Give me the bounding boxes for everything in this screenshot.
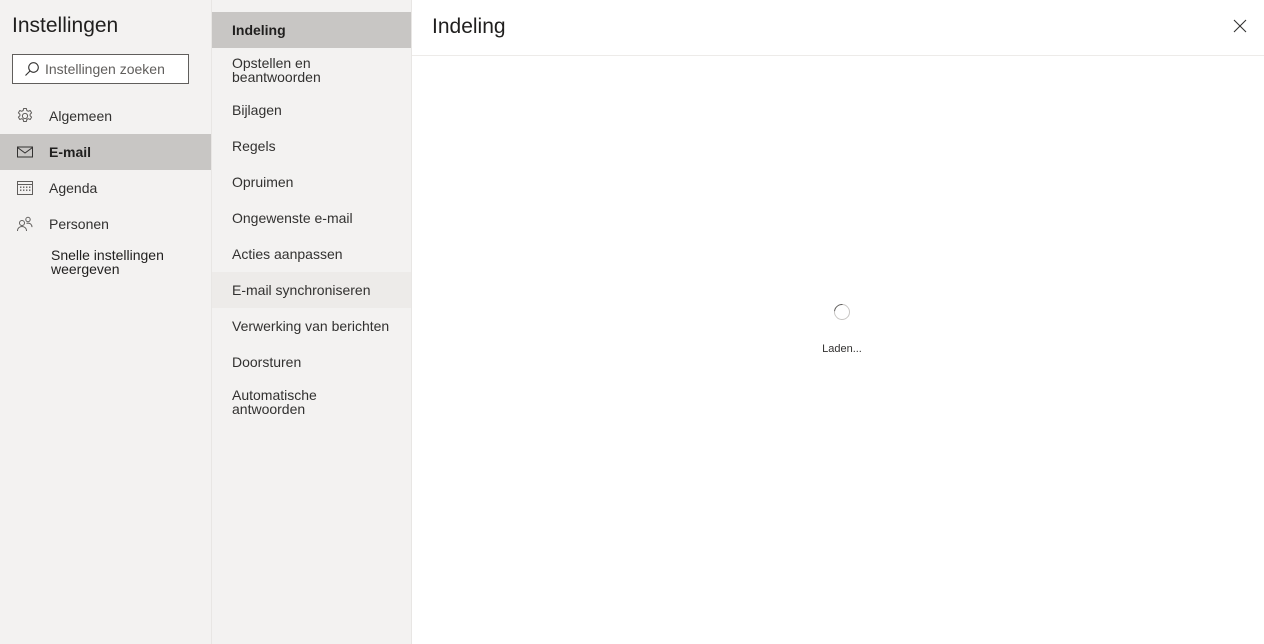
people-icon	[17, 216, 33, 232]
content-header: Indeling	[412, 0, 1264, 56]
category-email-label: E-mail	[49, 144, 92, 160]
category-calendar-label: Agenda	[49, 180, 98, 196]
settings-search-input[interactable]	[45, 61, 185, 77]
category-people[interactable]: Personen	[0, 206, 211, 242]
close-button[interactable]	[1228, 14, 1252, 38]
submenu-customize-actions[interactable]: Acties aanpassen	[212, 236, 411, 272]
search-icon	[25, 62, 39, 76]
settings-nav-pane: Instellingen Algemeen E-mail	[0, 0, 212, 644]
submenu-message-handling[interactable]: Verwerking van berichten	[212, 308, 411, 344]
close-icon	[1233, 19, 1247, 33]
settings-search-box[interactable]	[12, 54, 189, 84]
submenu-forwarding[interactable]: Doorsturen	[212, 344, 411, 380]
settings-title: Instellingen	[12, 14, 119, 37]
submenu-sweep[interactable]: Opruimen	[212, 164, 411, 200]
spinner-icon	[830, 300, 854, 324]
gear-icon	[17, 108, 33, 122]
loading-indicator: Laden...	[412, 300, 1264, 355]
submenu-automatic-replies[interactable]: Automatische antwoorden	[212, 384, 352, 420]
category-email[interactable]: E-mail	[0, 134, 211, 170]
submenu-sync-email[interactable]: E-mail synchroniseren	[212, 272, 411, 308]
submenu-attachments[interactable]: Bijlagen	[212, 92, 411, 128]
submenu-compose-reply[interactable]: Opstellen en beantwoorden	[212, 52, 352, 88]
quick-settings-link[interactable]: Snelle instellingen weergeven	[51, 248, 201, 276]
category-general-label: Algemeen	[49, 108, 113, 124]
page-title: Indeling	[432, 15, 506, 38]
mail-icon	[17, 146, 33, 158]
category-people-label: Personen	[49, 216, 109, 232]
submenu-junk-email[interactable]: Ongewenste e-mail	[212, 200, 411, 236]
loading-text: Laden...	[822, 343, 862, 355]
settings-category-list: Algemeen E-mail Agenda Personen	[0, 98, 211, 242]
calendar-icon	[17, 181, 33, 195]
mail-settings-submenu: Indeling Opstellen en beantwoorden Bijla…	[212, 0, 412, 644]
category-general[interactable]: Algemeen	[0, 98, 211, 134]
submenu-layout[interactable]: Indeling	[212, 12, 411, 48]
submenu-rules[interactable]: Regels	[212, 128, 411, 164]
category-calendar[interactable]: Agenda	[0, 170, 211, 206]
